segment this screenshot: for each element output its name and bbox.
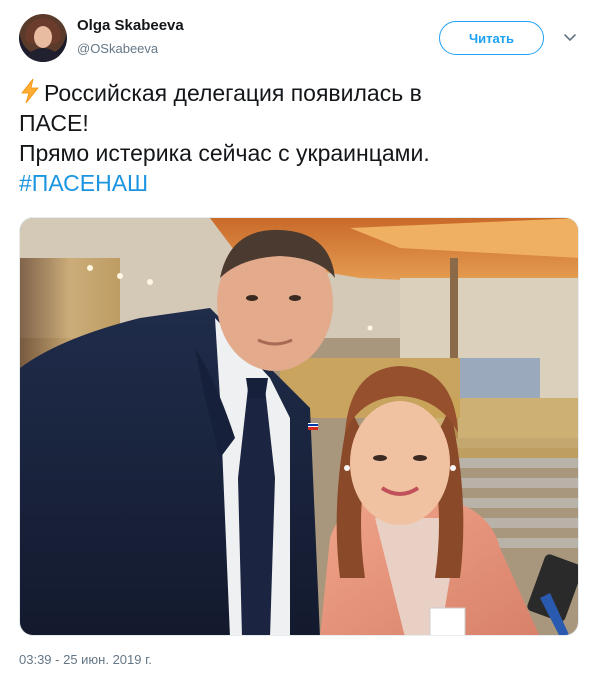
tweet-header: Olga Skabeeva @OSkabeeva Читать xyxy=(0,0,595,70)
author-name[interactable]: Olga Skabeeva xyxy=(77,17,184,34)
author-handle[interactable]: @OSkabeeva xyxy=(77,41,158,56)
tweet-text: Российская делегация появилась в ПАСЕ! П… xyxy=(19,78,579,198)
avatar[interactable] xyxy=(19,14,67,62)
tweet-line-1: Российская делегация появилась в xyxy=(44,80,422,106)
chevron-down-icon[interactable] xyxy=(563,30,577,44)
tweet-line-2: ПАСЕ! xyxy=(19,110,89,136)
hashtag-link[interactable]: #ПАСЕНАШ xyxy=(19,168,579,198)
tweet-timestamp[interactable]: 03:39 - 25 июн. 2019 г. xyxy=(19,652,152,667)
tweet-line-3: Прямо истерика сейчас с украинцами. xyxy=(19,140,430,166)
tweet-photo[interactable] xyxy=(19,217,579,636)
follow-button[interactable]: Читать xyxy=(439,21,544,55)
lightning-icon xyxy=(21,78,39,104)
